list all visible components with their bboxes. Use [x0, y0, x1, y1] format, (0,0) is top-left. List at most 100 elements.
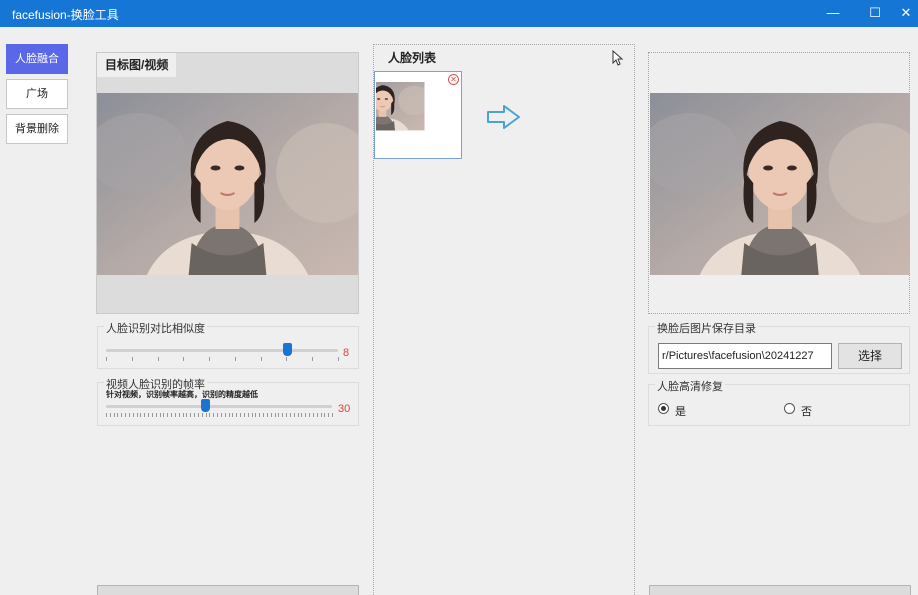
- enhance-title: 人脸高清修复: [655, 378, 725, 394]
- slider-tick: [240, 413, 242, 417]
- slider-tick: [205, 413, 207, 417]
- enhance-group: 人脸高清修复 是 否: [648, 378, 910, 426]
- maximize-icon[interactable]: ☐: [860, 2, 890, 24]
- enhance-yes-label[interactable]: 是: [675, 403, 686, 419]
- slider-tick: [217, 413, 219, 417]
- slider-tick: [132, 413, 134, 417]
- save-dir-group: 换脸后图片保存目录 r/Pictures\facefusion\20241227…: [648, 320, 910, 374]
- slider-tick: [121, 413, 123, 417]
- slider-tick: [332, 413, 333, 417]
- slider-tick: [282, 413, 284, 417]
- sidebar-item-face-fusion[interactable]: 人脸融合: [6, 44, 68, 74]
- slider-tick: [309, 413, 311, 417]
- fps-hint: 针对视频，识别帧率越高，识别的精度越低: [106, 390, 258, 399]
- start-button[interactable]: [97, 585, 359, 595]
- enhance-yes-radio[interactable]: [658, 403, 669, 414]
- slider-tick: [209, 357, 211, 361]
- slider-tick: [286, 357, 288, 361]
- similarity-title: 人脸识别对比相似度: [104, 320, 207, 336]
- slider-tick: [297, 413, 299, 417]
- slider-tick: [109, 413, 111, 417]
- target-tab-label: 目标图/视频: [97, 53, 177, 77]
- slider-tick: [286, 413, 288, 417]
- fps-value: 30: [338, 403, 351, 415]
- slider-tick: [155, 413, 157, 417]
- slider-tick: [201, 413, 203, 417]
- detected-face-image: [557, 72, 623, 160]
- source-face-thumbnail[interactable]: ✕: [374, 71, 462, 159]
- slider-tick: [213, 413, 215, 417]
- choose-dir-button[interactable]: 选择: [838, 343, 902, 369]
- save-result-button[interactable]: [649, 585, 911, 595]
- slider-tick: [324, 413, 326, 417]
- slider-tick: [125, 413, 127, 417]
- slider-tick: [255, 413, 257, 417]
- slider-tick: [151, 413, 153, 417]
- fps-slider-thumb[interactable]: [201, 399, 211, 412]
- slider-tick: [194, 413, 196, 417]
- slider-tick: [328, 413, 330, 417]
- slider-tick: [312, 357, 314, 361]
- close-icon[interactable]: ✕: [894, 2, 918, 24]
- save-dir-input[interactable]: r/Pictures\facefusion\20241227: [658, 343, 832, 369]
- slider-tick: [259, 413, 261, 417]
- slider-tick: [234, 357, 236, 361]
- slider-tick: [190, 413, 192, 417]
- slider-tick: [163, 413, 165, 417]
- source-face-image: [376, 82, 460, 147]
- slider-tick: [228, 413, 230, 417]
- save-dir-title: 换脸后图片保存目录: [655, 320, 758, 336]
- slider-tick: [106, 357, 107, 361]
- slider-tick: [159, 413, 161, 417]
- slider-tick: [157, 357, 159, 361]
- slider-tick: [278, 413, 280, 417]
- slider-tick: [266, 413, 268, 417]
- fps-group: 视频人脸识别的帧率 针对视频，识别帧率越高，识别的精度越低 30: [97, 376, 359, 426]
- enhance-no-radio[interactable]: [784, 403, 795, 414]
- slider-tick: [301, 413, 303, 417]
- slider-tick: [232, 413, 234, 417]
- face-list-tab-label: 人脸列表: [380, 46, 445, 70]
- similarity-slider-track[interactable]: [106, 349, 338, 352]
- slider-tick: [171, 413, 173, 417]
- slider-tick: [117, 413, 119, 417]
- slider-tick: [182, 413, 184, 417]
- slider-tick: [274, 413, 276, 417]
- fps-slider-track[interactable]: [106, 405, 332, 408]
- target-image: [97, 93, 358, 275]
- slider-tick: [174, 413, 176, 417]
- slider-tick: [316, 413, 318, 417]
- result-image: [650, 93, 910, 275]
- slider-tick: [224, 413, 226, 417]
- slider-tick: [128, 413, 130, 417]
- similarity-slider-thumb[interactable]: [282, 343, 292, 356]
- slider-tick: [186, 413, 188, 417]
- slider-tick: [183, 357, 185, 361]
- sidebar-item-plaza[interactable]: 广场: [6, 79, 68, 109]
- minimize-icon[interactable]: —: [818, 2, 848, 24]
- slider-tick: [136, 413, 138, 417]
- window-title: facefusion-换脸工具: [12, 8, 119, 22]
- slider-tick: [270, 413, 272, 417]
- slider-tick: [251, 413, 253, 417]
- slider-tick: [106, 413, 107, 417]
- right-arrow-icon: [487, 105, 520, 129]
- slider-tick: [220, 413, 222, 417]
- slider-tick: [113, 413, 115, 417]
- sidebar-item-background-removal[interactable]: 背景删除: [6, 114, 68, 144]
- slider-tick: [178, 413, 180, 417]
- slider-tick: [263, 413, 265, 417]
- similarity-group: 人脸识别对比相似度 8: [97, 320, 359, 369]
- slider-tick: [338, 357, 339, 361]
- slider-tick: [289, 413, 291, 417]
- slider-tick: [197, 413, 199, 417]
- remove-face-icon[interactable]: ✕: [448, 74, 459, 85]
- slider-tick: [131, 357, 133, 361]
- slider-tick: [260, 357, 262, 361]
- target-image-panel[interactable]: 目标图/视频: [96, 52, 359, 314]
- slider-tick: [148, 413, 150, 417]
- slider-tick: [247, 413, 249, 417]
- slider-tick: [209, 413, 211, 417]
- slider-tick: [236, 413, 238, 417]
- enhance-no-label[interactable]: 否: [801, 403, 812, 419]
